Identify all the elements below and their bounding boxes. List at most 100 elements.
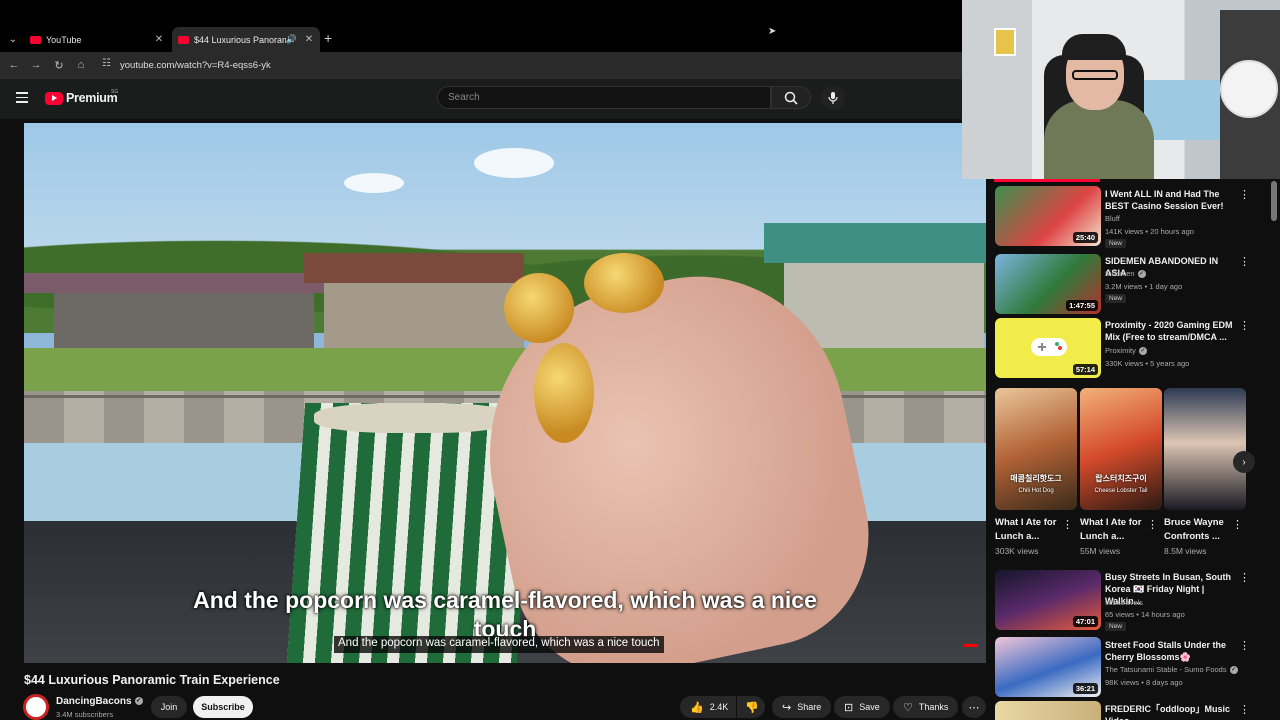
short-thumbnail[interactable] — [1164, 388, 1246, 510]
recommendation-thumbnail[interactable]: 47:01 — [995, 570, 1101, 630]
reload-icon[interactable]: ↻ — [51, 57, 67, 73]
share-button[interactable]: ↪ Share — [772, 696, 832, 718]
recommendation-thumbnail[interactable]: 1:47:55 — [995, 254, 1101, 314]
tab-close-icon[interactable]: ✕ — [303, 34, 315, 45]
webcam-poster — [994, 28, 1016, 56]
like-button[interactable]: 👍 2.4K — [680, 696, 736, 718]
sidebar-scrollbar[interactable] — [1271, 181, 1277, 221]
new-badge: New — [1105, 294, 1127, 303]
channel-avatar[interactable] — [23, 694, 49, 720]
thumbs-down-icon: 👎 — [745, 701, 759, 714]
save-button[interactable]: ⊡ Save — [834, 696, 890, 718]
address-bar[interactable]: youtube.com/watch?v=R4-eqss6-yk — [120, 60, 271, 71]
video-duration: 1:47:55 — [1066, 300, 1098, 311]
speaker-icon[interactable]: 🔊 — [286, 34, 297, 45]
more-vertical-icon[interactable]: ⋮ — [1239, 705, 1250, 716]
logo-text: Premium — [66, 91, 118, 105]
verified-icon: ✓ — [1137, 270, 1146, 279]
more-actions-icon[interactable]: ⋯ — [962, 696, 986, 718]
recommendation-meta: 98K views • 8 days ago — [1105, 678, 1183, 687]
recommendation-channel[interactable]: Bluff — [1105, 214, 1120, 223]
recommendation-channel-text[interactable]: The Tatsunami Stable - Sumo Foods — [1105, 665, 1227, 674]
gamepad-icon — [1031, 338, 1067, 356]
home-icon[interactable]: ⌂ — [73, 57, 89, 73]
recommendation-meta: 141K views • 20 hours ago — [1105, 227, 1194, 236]
video-frame-cup-rim — [314, 403, 514, 433]
webcam-bed — [1142, 80, 1222, 140]
video-duration: 47:01 — [1072, 616, 1098, 627]
share-arrow-icon: ↪ — [782, 701, 792, 714]
recommendation-title[interactable]: FREDERIC「oddloop」Music Video — [1105, 703, 1233, 720]
new-tab-button[interactable]: + — [324, 30, 332, 46]
back-arrow-icon[interactable]: ← — [6, 57, 22, 73]
video-frame-cloud — [474, 148, 554, 178]
more-vertical-icon[interactable]: ⋮ — [1239, 257, 1250, 268]
recommendation-thumbnail[interactable]: 57:14 — [995, 318, 1101, 378]
video-frame-cloud — [344, 173, 404, 193]
chevron-right-icon[interactable]: › — [1233, 451, 1255, 473]
recommendation-channel[interactable]: Proximity ✓ — [1105, 346, 1147, 356]
recommendation-thumbnail[interactable] — [995, 701, 1101, 720]
recommendation-channel-text[interactable]: Proximity — [1105, 346, 1136, 355]
tab-video-active[interactable]: $44 Luxurious Panoramic Tr 🔊 ✕ — [172, 27, 320, 52]
short-title[interactable]: What I Ate for Lunch a... — [995, 516, 1059, 544]
more-vertical-icon[interactable]: ⋮ — [1239, 641, 1250, 652]
subtitle-line-1: And the popcorn was caramel-flavored, wh… — [193, 587, 817, 613]
youtube-premium-logo[interactable]: Premium SG — [45, 89, 118, 105]
more-vertical-icon[interactable]: ⋮ — [1239, 190, 1250, 201]
recommendation-channel-text[interactable]: Sidemen — [1105, 269, 1135, 278]
recommendation-thumbnail[interactable]: 25:40 — [995, 186, 1101, 246]
like-count: 2.4K — [709, 702, 729, 712]
recommendation-meta: 3.2M views • 1 day ago — [1105, 282, 1183, 291]
channel-name[interactable]: DancingBacons ✓ — [56, 696, 143, 707]
recommendation-title[interactable]: Street Food Stalls Under the Cherry Blos… — [1105, 639, 1233, 663]
progress-indicator[interactable] — [964, 644, 978, 647]
more-vertical-icon[interactable]: ⋮ — [1062, 518, 1073, 531]
thanks-button[interactable]: ♡ Thanks — [893, 696, 959, 718]
recommendation-channel[interactable]: The Tatsunami Stable - Sumo Foods ✓ — [1105, 665, 1238, 675]
short-title[interactable]: What I Ate for Lunch a... — [1080, 516, 1144, 544]
short-views: 8.5M views — [1164, 546, 1207, 556]
voice-search-button[interactable] — [821, 86, 845, 110]
recommendation-channel[interactable]: sebstravels — [1105, 598, 1143, 607]
recommendation-channel[interactable]: Sidemen ✓ — [1105, 269, 1146, 279]
channel-name-text[interactable]: DancingBacons — [56, 696, 132, 707]
video-frame-popcorn — [504, 273, 574, 343]
tab-close-icon[interactable]: ✕ — [153, 34, 165, 45]
recommendation-thumbnail[interactable]: 36:21 — [995, 637, 1101, 697]
more-vertical-icon[interactable]: ⋮ — [1232, 518, 1243, 531]
forward-arrow-icon[interactable]: → — [28, 57, 44, 73]
webcam-fan — [1220, 60, 1278, 118]
video-player[interactable]: And the popcorn was caramel-flavored, wh… — [24, 123, 986, 663]
save-label: Save — [859, 702, 880, 712]
more-vertical-icon[interactable]: ⋮ — [1239, 573, 1250, 584]
video-frame-houses — [24, 223, 986, 363]
search-input[interactable]: Search — [437, 86, 771, 109]
new-badge: New — [1105, 622, 1127, 631]
tab-list-chevron-icon[interactable]: ⌄ — [5, 31, 21, 47]
more-vertical-icon[interactable]: ⋮ — [1239, 321, 1250, 332]
short-thumbnail[interactable]: 랍스터치즈구이 Cheese Lobster Tail — [1080, 388, 1162, 510]
recommendation-title[interactable]: I Went ALL IN and Had The BEST Casino Se… — [1105, 188, 1233, 212]
video-title: $44 Luxurious Panoramic Train Experience — [24, 673, 280, 687]
short-thumbnail[interactable]: 매콤칠리핫도그 Chili Hot Dog — [995, 388, 1077, 510]
short-label: Chili Hot Dog — [1018, 488, 1054, 494]
join-button[interactable]: Join — [151, 696, 187, 718]
verified-icon: ✓ — [134, 697, 143, 706]
subscriber-count: 3.4M subscribers — [56, 710, 114, 719]
new-badge: New — [1105, 239, 1127, 248]
subscribe-button[interactable]: Subscribe — [193, 696, 253, 718]
search-button[interactable] — [771, 86, 811, 109]
webcam-person-glasses — [1072, 70, 1118, 80]
menu-icon[interactable] — [16, 92, 28, 103]
closed-caption: And the popcorn was caramel-flavored, wh… — [334, 636, 664, 653]
dislike-button[interactable]: 👎 — [737, 696, 765, 718]
short-overlay-text: 랍스터치즈구이 — [1095, 474, 1147, 483]
more-vertical-icon[interactable]: ⋮ — [1147, 518, 1158, 531]
short-title[interactable]: Bruce Wayne Confronts ... — [1164, 516, 1230, 544]
site-info-icon[interactable]: ☷ — [102, 58, 111, 69]
tab-youtube[interactable]: YouTube ✕ — [24, 27, 170, 52]
video-duration: 57:14 — [1072, 364, 1098, 375]
tab-title: $44 Luxurious Panoramic Tr — [194, 34, 286, 45]
recommendation-title[interactable]: Proximity - 2020 Gaming EDM Mix (Free to… — [1105, 319, 1233, 343]
